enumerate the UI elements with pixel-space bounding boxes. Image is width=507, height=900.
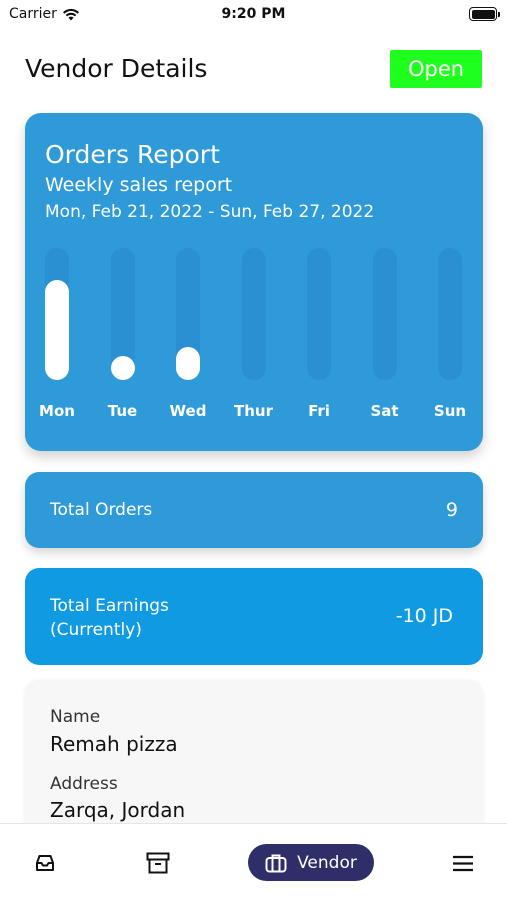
chart-day-label-tue: Tue xyxy=(107,402,138,420)
battery-icon xyxy=(469,7,500,21)
total-orders-label: Total Orders xyxy=(50,500,153,520)
total-earnings-value: -10 JD xyxy=(395,605,453,627)
total-orders-card: Total Orders 9 xyxy=(25,472,483,548)
archive-icon xyxy=(146,852,170,874)
inbox-icon xyxy=(36,855,54,871)
vendor-address-value: Zarqa, Jordan xyxy=(50,798,186,822)
chart-bar-track-fri xyxy=(307,248,331,380)
open-status-button[interactable]: Open xyxy=(390,50,482,88)
chart-day-label-mon: Mon xyxy=(39,402,75,420)
weekly-orders-chart: Mon Tue Wed Thur Fri Sat Sun xyxy=(25,113,483,451)
chart-day-label-thur: Thur xyxy=(234,402,273,420)
tab-inbox[interactable] xyxy=(31,850,59,876)
vendor-address-label: Address xyxy=(50,774,118,794)
menu-icon xyxy=(453,855,473,871)
total-earnings-label-line2: (Currently) xyxy=(50,620,142,640)
status-bar: Carrier 9:20 PM xyxy=(0,0,507,28)
total-earnings-label: Total Earnings (Currently) xyxy=(50,594,169,642)
status-time: 9:20 PM xyxy=(221,6,286,22)
chart-bar-tue xyxy=(110,356,135,380)
total-orders-value: 9 xyxy=(445,499,458,521)
tab-vendor[interactable]: Vendor xyxy=(248,844,374,881)
chart-bar-track-wed xyxy=(176,248,200,380)
tab-archive[interactable] xyxy=(143,849,173,877)
chart-bar-track-tue xyxy=(110,248,135,380)
briefcase-icon xyxy=(265,854,287,872)
bottom-tab-bar: Vendor xyxy=(0,823,507,900)
chart-bar-mon xyxy=(45,279,69,380)
chart-day-label-sat: Sat xyxy=(370,402,399,420)
chart-day-label-wed: Wed xyxy=(169,402,207,420)
chart-bar-track-sat xyxy=(372,248,397,380)
chart-bar-track-mon xyxy=(45,248,69,380)
chart-bar-wed xyxy=(176,347,200,380)
chart-bar-track-sun xyxy=(438,248,462,380)
chart-bar-track-thur xyxy=(241,248,266,380)
vendor-name-value: Remah pizza xyxy=(50,732,178,756)
tab-menu[interactable] xyxy=(450,852,476,874)
total-earnings-label-line1: Total Earnings xyxy=(50,596,169,616)
page-title: Vendor Details xyxy=(25,54,208,83)
orders-report-card: Orders Report Weekly sales report Mon, F… xyxy=(25,113,483,451)
total-earnings-card: Total Earnings (Currently) -10 JD xyxy=(25,568,483,665)
tab-vendor-label: Vendor xyxy=(297,852,357,873)
chart-day-label-fri: Fri xyxy=(308,402,330,420)
vendor-name-label: Name xyxy=(50,707,101,727)
chart-day-label-sun: Sun xyxy=(433,402,467,420)
